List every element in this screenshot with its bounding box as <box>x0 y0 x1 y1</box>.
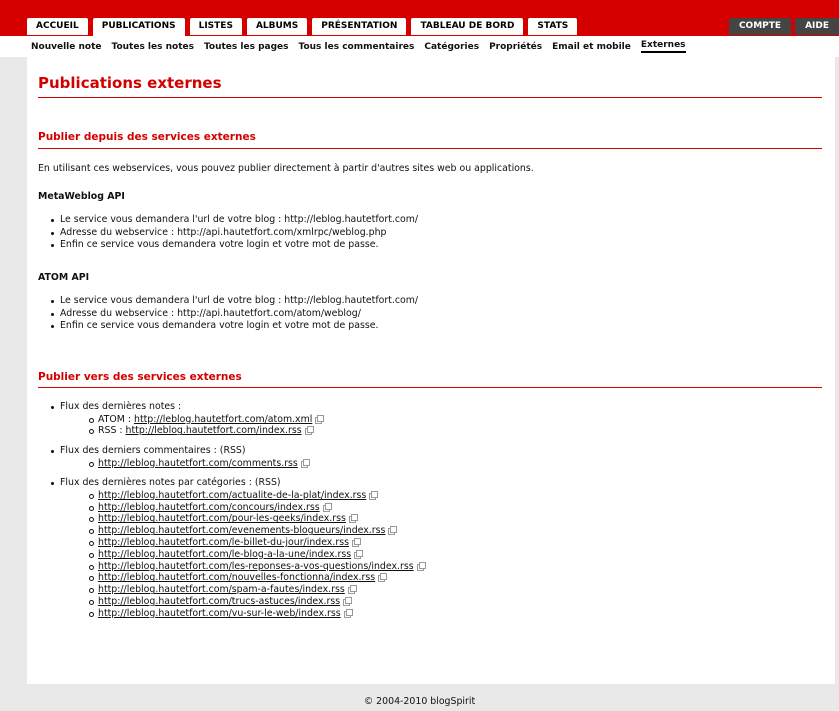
external-link-icon[interactable] <box>300 458 310 468</box>
feed-url-link[interactable]: http://leblog.hautetfort.com/le-billet-d… <box>98 537 349 548</box>
feed-url-link[interactable]: http://leblog.hautetfort.com/spam-a-faut… <box>98 584 345 595</box>
feed-link-item: http://leblog.hautetfort.com/spam-a-faut… <box>60 584 425 596</box>
top-bar: ACCUEIL PUBLICATIONS LISTES ALBUMS PRÉSE… <box>0 0 839 36</box>
feed-link-item: ATOM : http://leblog.hautetfort.com/atom… <box>60 414 425 426</box>
feeds-list: Flux des dernières notes : ATOM : http://… <box>38 401 426 620</box>
feed-link-item: http://leblog.hautetfort.com/comments.rs… <box>60 458 425 470</box>
external-link-icon[interactable] <box>354 549 364 559</box>
atom-api-list: Le service vous demandera l'url de votre… <box>38 295 418 333</box>
subtab-externes[interactable]: Externes <box>640 40 686 53</box>
feed-url-link[interactable]: http://leblog.hautetfort.com/atom.xml <box>134 414 312 425</box>
tab-listes[interactable]: LISTES <box>189 18 242 35</box>
tab-publications[interactable]: PUBLICATIONS <box>92 18 185 36</box>
external-link-icon[interactable] <box>315 414 325 424</box>
list-item: Enfin ce service vous demandera votre lo… <box>38 320 418 333</box>
list-item: Le service vous demandera l'url de votre… <box>38 295 418 308</box>
external-link-icon[interactable] <box>416 561 426 571</box>
feed-link-item: http://leblog.hautetfort.com/le-blog-a-l… <box>60 549 425 561</box>
external-link-icon[interactable] <box>351 538 361 548</box>
feed-group: Flux des dernières notes par catégories … <box>38 477 426 620</box>
feed-url-link[interactable]: http://leblog.hautetfort.com/trucs-astuc… <box>98 596 340 607</box>
tab-compte[interactable]: COMPTE <box>728 18 792 35</box>
external-link-icon[interactable] <box>369 490 379 500</box>
section-title-publier-depuis: Publier depuis des services externes <box>38 131 256 143</box>
feed-format-label: ATOM : <box>98 413 134 425</box>
list-item: Enfin ce service vous demandera votre lo… <box>38 239 418 252</box>
external-link-icon[interactable] <box>388 526 398 536</box>
feed-link-item: http://leblog.hautetfort.com/trucs-astuc… <box>60 596 425 608</box>
subtab-email-et-mobile[interactable]: Email et mobile <box>552 42 631 52</box>
account-tabs: COMPTE AIDE <box>728 18 839 35</box>
external-link-icon[interactable] <box>304 426 314 436</box>
feed-link-item: http://leblog.hautetfort.com/vu-sur-le-w… <box>60 608 425 620</box>
external-link-icon[interactable] <box>378 573 388 583</box>
main-tabs: ACCUEIL PUBLICATIONS LISTES ALBUMS PRÉSE… <box>27 18 578 36</box>
feed-url-link[interactable]: http://leblog.hautetfort.com/les-reponse… <box>98 561 414 572</box>
subtab-toutes-les-notes[interactable]: Toutes les notes <box>112 42 194 52</box>
feed-url-link[interactable]: http://leblog.hautetfort.com/actualite-d… <box>98 490 366 501</box>
subtab-nouvelle-note[interactable]: Nouvelle note <box>31 42 102 52</box>
feed-link-item: http://leblog.hautetfort.com/actualite-d… <box>60 490 425 502</box>
footer-copyright: © 2004-2010 blogSpirit <box>363 696 476 707</box>
subtab-categories[interactable]: Catégories <box>424 42 479 52</box>
tab-accueil[interactable]: ACCUEIL <box>27 18 88 35</box>
feed-links: http://leblog.hautetfort.com/comments.rs… <box>60 458 425 470</box>
feed-url-link[interactable]: http://leblog.hautetfort.com/le-blog-a-l… <box>98 549 351 560</box>
main-content: Publications externes Publier depuis des… <box>27 57 835 684</box>
section-title-publier-vers: Publier vers des services externes <box>38 371 242 383</box>
feed-link-item: RSS : http://leblog.hautetfort.com/index… <box>60 425 425 437</box>
sub-navigation: Nouvelle note Toutes les notes Toutes le… <box>0 36 839 57</box>
external-link-icon[interactable] <box>347 585 357 595</box>
feed-url-link[interactable]: http://leblog.hautetfort.com/comments.rs… <box>98 458 298 469</box>
intro-text: En utilisant ces webservices, vous pouve… <box>38 163 534 174</box>
feed-url-link[interactable]: http://leblog.hautetfort.com/evenements-… <box>98 525 385 536</box>
section-divider <box>38 148 822 149</box>
metaweblog-list: Le service vous demandera l'url de votre… <box>38 214 418 252</box>
feed-url-link[interactable]: http://leblog.hautetfort.com/index.rss <box>126 425 302 436</box>
external-link-icon[interactable] <box>343 608 353 618</box>
tab-presentation[interactable]: PRÉSENTATION <box>312 18 407 35</box>
metaweblog-heading: MetaWeblog API <box>38 191 125 202</box>
list-item: Adresse du webservice : http://api.haute… <box>38 227 418 240</box>
external-link-icon[interactable] <box>348 514 358 524</box>
subtab-proprietes[interactable]: Propriétés <box>489 42 542 52</box>
atom-api-heading: ATOM API <box>38 272 90 283</box>
tab-tableau-de-bord[interactable]: TABLEAU DE BORD <box>411 18 524 35</box>
feed-url-link[interactable]: http://leblog.hautetfort.com/concours/in… <box>98 502 320 513</box>
tab-stats[interactable]: STATS <box>528 18 578 35</box>
subtab-toutes-les-pages[interactable]: Toutes les pages <box>204 42 289 52</box>
feed-group-label: Flux des dernières notes : <box>60 401 182 412</box>
feed-link-item: http://leblog.hautetfort.com/evenements-… <box>60 525 425 537</box>
tab-albums[interactable]: ALBUMS <box>246 18 308 35</box>
list-item: Adresse du webservice : http://api.haute… <box>38 308 418 321</box>
feed-link-item: http://leblog.hautetfort.com/pour-les-ge… <box>60 513 425 525</box>
feed-link-item: http://leblog.hautetfort.com/les-reponse… <box>60 561 426 573</box>
tab-aide[interactable]: AIDE <box>795 18 839 35</box>
feed-group: Flux des derniers commentaires : (RSS) ht… <box>38 445 425 469</box>
feed-group: Flux des dernières notes : ATOM : http://… <box>38 401 425 437</box>
feed-group-label: Flux des derniers commentaires : (RSS) <box>60 445 246 457</box>
feed-link-item: http://leblog.hautetfort.com/le-billet-d… <box>60 537 425 549</box>
feed-link-item: http://leblog.hautetfort.com/nouvelles-f… <box>60 572 425 584</box>
external-link-icon[interactable] <box>343 597 353 607</box>
feed-url-link[interactable]: http://leblog.hautetfort.com/vu-sur-le-w… <box>98 608 341 619</box>
feed-links: ATOM : http://leblog.hautetfort.com/atom… <box>60 414 425 438</box>
external-link-icon[interactable] <box>322 502 332 512</box>
page-title: Publications externes <box>38 74 222 92</box>
feed-format-label: RSS : <box>98 425 126 437</box>
feed-links: http://leblog.hautetfort.com/actualite-d… <box>60 490 426 620</box>
subtab-tous-les-commentaires[interactable]: Tous les commentaires <box>299 42 415 52</box>
list-item: Le service vous demandera l'url de votre… <box>38 214 418 227</box>
feed-link-item: http://leblog.hautetfort.com/concours/in… <box>60 502 425 514</box>
feed-url-link[interactable]: http://leblog.hautetfort.com/nouvelles-f… <box>98 572 375 583</box>
feed-url-link[interactable]: http://leblog.hautetfort.com/pour-les-ge… <box>98 513 346 524</box>
spacer <box>38 469 425 477</box>
title-divider <box>38 97 822 98</box>
feed-group-label: Flux des dernières notes par catégories … <box>60 477 281 489</box>
spacer <box>38 437 425 445</box>
section-divider <box>38 387 822 388</box>
